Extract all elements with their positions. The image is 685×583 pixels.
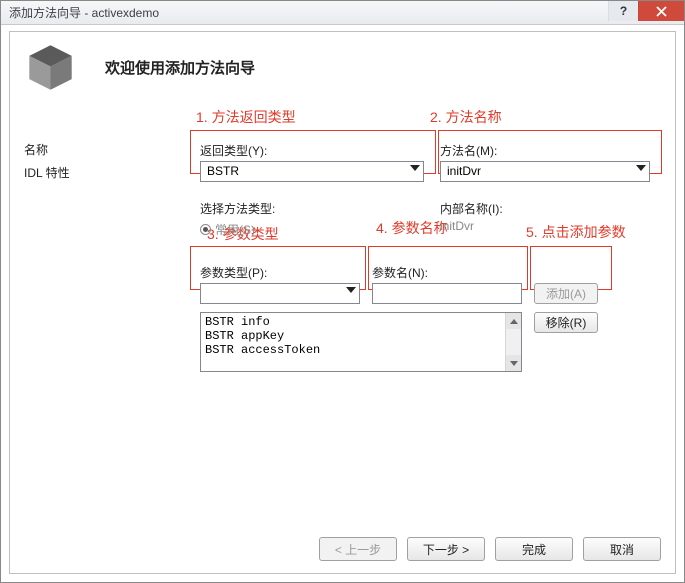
cancel-button[interactable]: 取消 xyxy=(583,537,661,561)
nav-item-idl[interactable]: IDL 特性 xyxy=(24,161,164,184)
chevron-down-icon xyxy=(346,287,356,293)
chevron-down-icon xyxy=(636,165,646,171)
param-name-input[interactable] xyxy=(372,283,522,304)
select-method-type-label: 选择方法类型: xyxy=(200,200,440,217)
chevron-up-icon xyxy=(510,319,518,324)
method-name-label: 方法名(M): xyxy=(440,142,655,159)
wizard-footer: < 上一步 下一步 > 完成 取消 xyxy=(319,537,661,561)
return-type-label: 返回类型(Y): xyxy=(200,142,440,159)
window-title: 添加方法向导 - activexdemo xyxy=(9,4,159,21)
radio-icon xyxy=(200,224,211,235)
scroll-down-button[interactable] xyxy=(506,355,522,371)
return-type-value: BSTR xyxy=(207,164,239,178)
scrollbar[interactable] xyxy=(505,313,521,371)
internal-name-value: initDvr xyxy=(440,219,655,233)
return-type-combo[interactable]: BSTR xyxy=(200,161,424,182)
annotation-2: 2. 方法名称 xyxy=(430,107,502,127)
internal-name-label: 内部名称(I): xyxy=(440,200,655,217)
next-button[interactable]: 下一步 > xyxy=(407,537,485,561)
prev-button[interactable]: < 上一步 xyxy=(319,537,397,561)
add-param-button[interactable]: 添加(A) xyxy=(534,283,598,304)
form-area: 返回类型(Y): BSTR 方法名(M): initDvr 选择方法类型: xyxy=(200,142,655,372)
params-listbox[interactable]: BSTR info BSTR appKey BSTR accessToken xyxy=(200,312,522,372)
param-type-label: 参数类型(P): xyxy=(200,264,360,281)
method-name-combo[interactable]: initDvr xyxy=(440,161,650,182)
wizard-cube-icon xyxy=(24,41,77,94)
radio-common-label: 常用(S) xyxy=(215,221,255,238)
wizard-nav: 名称 IDL 特性 xyxy=(24,138,164,184)
scroll-up-button[interactable] xyxy=(506,313,522,329)
titlebar: 添加方法向导 - activexdemo ? xyxy=(1,1,684,25)
help-button[interactable]: ? xyxy=(608,1,638,21)
close-icon xyxy=(656,6,667,17)
param-name-label: 参数名(N): xyxy=(372,264,522,281)
close-button[interactable] xyxy=(638,1,684,21)
annotation-1: 1. 方法返回类型 xyxy=(196,107,296,127)
wizard-header: 欢迎使用添加方法向导 xyxy=(10,32,675,94)
remove-param-button[interactable]: 移除(R) xyxy=(534,312,598,333)
radio-common: 常用(S) xyxy=(200,221,440,238)
nav-item-name[interactable]: 名称 xyxy=(24,138,164,161)
method-name-value: initDvr xyxy=(447,164,481,178)
list-item[interactable]: BSTR info xyxy=(205,315,517,329)
wizard-title: 欢迎使用添加方法向导 xyxy=(105,57,255,78)
list-item[interactable]: BSTR appKey xyxy=(205,329,517,343)
chevron-down-icon xyxy=(510,361,518,366)
dialog-body: 欢迎使用添加方法向导 名称 IDL 特性 1. 方法返回类型 2. 方法名称 3… xyxy=(9,31,676,574)
finish-button[interactable]: 完成 xyxy=(495,537,573,561)
chevron-down-icon xyxy=(410,165,420,171)
param-type-combo[interactable] xyxy=(200,283,360,304)
list-item[interactable]: BSTR accessToken xyxy=(205,343,517,357)
title-controls: ? xyxy=(608,1,684,21)
